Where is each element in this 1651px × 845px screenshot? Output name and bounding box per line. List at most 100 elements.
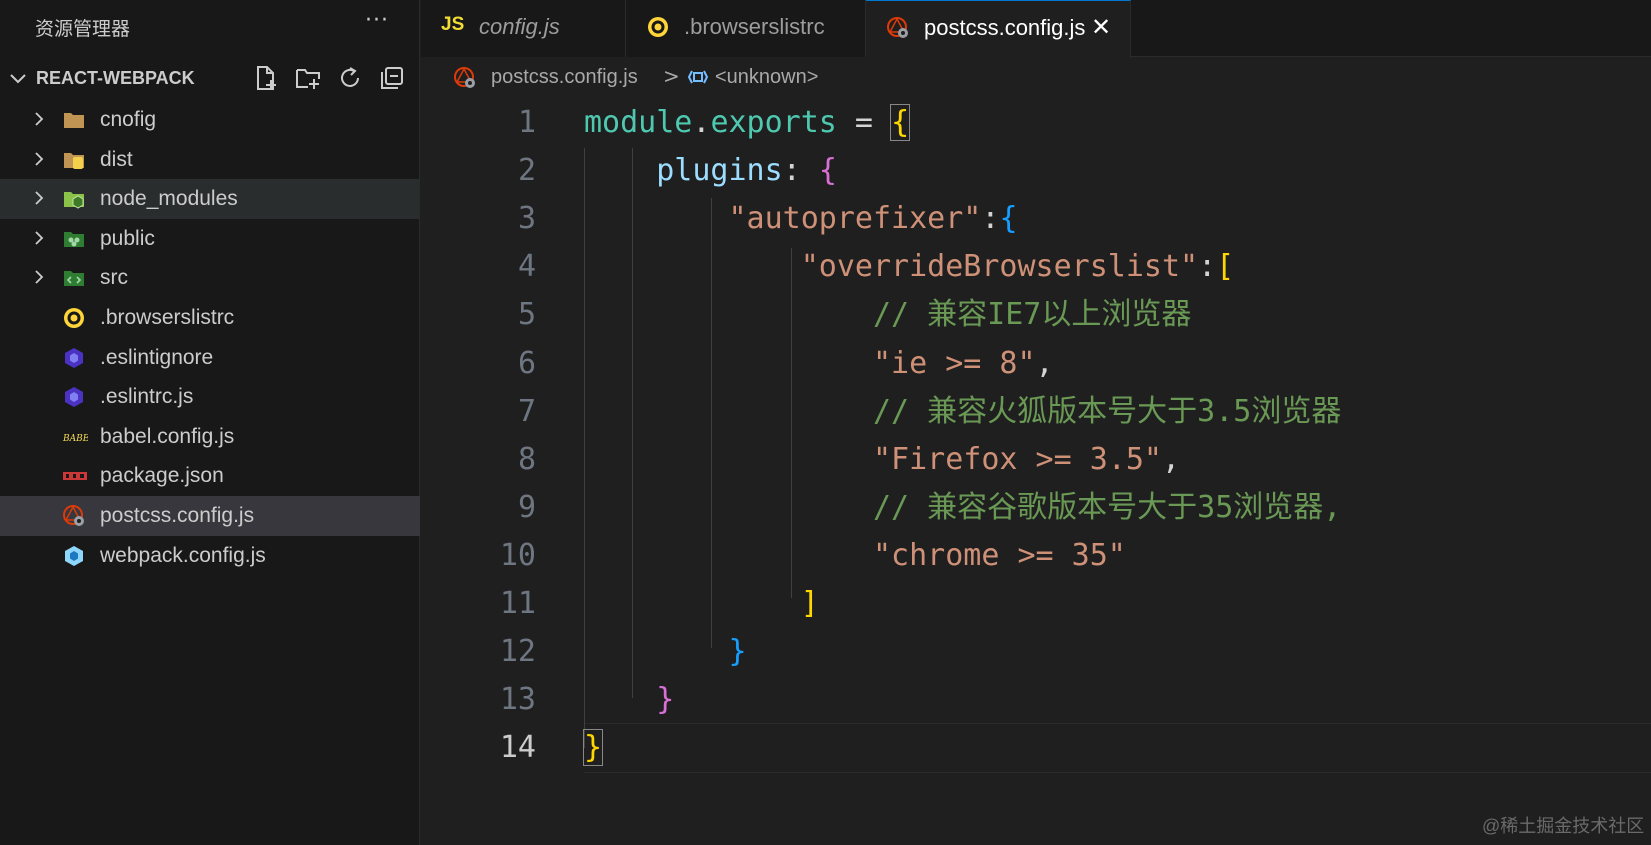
line-content: } [582,723,604,773]
code-token: { [890,104,911,141]
svg-text:BABEL: BABEL [62,434,88,444]
collapse-all-icon[interactable] [378,64,406,92]
chevron-right-icon [30,150,48,168]
editor-area: JS config.js .browserslistrc postcss.config… [421,0,1651,845]
code-token: // 兼容火狐版本号大于3.5浏览器 [584,393,1342,429]
tree-folder-public[interactable]: public [0,219,420,259]
line-content: // 兼容谷歌版本号大于35浏览器, [584,483,1341,533]
refresh-icon[interactable] [336,64,364,92]
line-number: 3 [517,201,536,237]
watermark: @稀土掘金技术社区 [1482,816,1645,836]
postcss-icon [453,66,477,90]
tree-file-babel-config-js[interactable]: BABEL babel.config.js [0,417,420,457]
line-number: 10 [499,537,536,573]
line-number: 9 [517,489,536,525]
code-token: { [999,201,1018,237]
code-token: "autoprefixer" [728,201,982,237]
code-line: 3 "autoprefixer":{ [421,194,1651,244]
webpack-icon [62,544,86,568]
line-content: "chrome >= 35" [584,531,1126,581]
code-token: exports [710,105,837,140]
tab-label: .browserslistrc [684,14,825,39]
code-token: ] [800,586,819,621]
line-number: 6 [517,345,536,381]
line-number: 12 [499,634,536,670]
code-token: plugins [584,153,783,189]
code-token: : [782,153,819,189]
tree-folder-dist[interactable]: dist [0,140,420,180]
tree-file-webpack-config-js[interactable]: webpack.config.js [0,536,420,576]
code-line: 13 } [421,675,1651,725]
tree-item-label: babel.config.js [100,424,235,448]
code-token: { [818,153,837,189]
tab-bar: JS config.js .browserslistrc postcss.config… [421,0,1651,58]
explorer-title: 资源管理器 [35,18,131,40]
tree-folder-node-modules[interactable]: node_modules [0,179,420,219]
babel-icon: BABEL [62,425,95,449]
new-file-icon[interactable] [252,64,280,92]
line-number: 14 [499,730,536,766]
tree-item-label: .eslintignore [100,345,214,369]
tree-file-eslintignore[interactable]: .eslintignore [0,338,420,378]
line-content: "overrideBrowserslist":[ [584,242,1234,292]
line-content: plugins: { [584,146,837,196]
tree-file-eslintrc-js[interactable]: .eslintrc.js [0,377,420,417]
code-editor[interactable]: 1 module.exports = {2 plugins: {3 "autopr… [421,98,1651,818]
code-token: } [728,634,747,670]
tree-file-postcss-config-js[interactable]: postcss.config.js [0,495,420,536]
line-content: module.exports = { [584,98,911,148]
tree-file-package-json[interactable]: package.json [0,456,420,496]
node-folder-icon [62,187,86,211]
code-token: "Firefox >= 3.5" [872,441,1162,477]
tree-item-label: package.json [100,464,224,488]
new-folder-icon[interactable] [294,64,322,92]
line-content: // 兼容IE7以上浏览器 [584,290,1191,340]
chevron-right-icon [30,229,48,247]
code-line: 7 // 兼容火狐版本号大于3.5浏览器 [421,387,1651,437]
code-line: 5 // 兼容IE7以上浏览器 [421,290,1651,340]
chevron-right-icon [30,268,48,286]
line-number: 8 [517,441,536,477]
explorer-header: 资源管理器 ··· [0,0,420,56]
close-tab-icon[interactable]: ✕ [1091,13,1111,41]
tree-folder-src[interactable]: src [0,258,420,298]
tab-config-js[interactable]: JS config.js [421,0,626,57]
tree-item-label: cnofig [100,108,157,131]
line-number: 2 [517,153,536,189]
tree-item-label: webpack.config.js [100,543,266,567]
line-content: ] [584,579,819,629]
line-number: 7 [517,393,536,429]
tree-item-label: .browserslistrc [100,305,235,329]
code-token: "ie >= 8" [872,345,1036,381]
code-line: 9 // 兼容谷歌版本号大于35浏览器, [421,483,1651,533]
breadcrumb-symbol[interactable]: <unknown> [715,66,818,89]
tab-postcss-config-js[interactable]: postcss.config.js ✕ [866,0,1131,58]
chevron-right-icon [30,110,48,128]
vscode-window: 资源管理器 ··· REACT-WEBPACK cnofig dist node… [0,0,1651,845]
more-actions-icon[interactable]: ··· [365,8,389,33]
code-token: "chrome >= 35" [872,537,1126,573]
line-content: "Firefox >= 3.5", [584,435,1180,485]
breadcrumb-file[interactable]: postcss.config.js [491,66,638,89]
js-icon-text: JS [441,14,465,35]
line-number: 5 [517,297,536,333]
code-token: : [1198,249,1217,285]
project-name: REACT-WEBPACK [36,68,195,88]
project-root-row[interactable]: REACT-WEBPACK [0,62,420,96]
tree-item-label: postcss.config.js [100,503,255,527]
tree-folder-cnofig[interactable]: cnofig [0,100,420,140]
code-token: // 兼容IE7以上浏览器 [584,297,1192,333]
browserslist-icon [62,306,86,330]
public-folder-icon [62,227,86,251]
chevron-down-icon [8,68,28,88]
code-line: 10 "chrome >= 35" [421,531,1651,581]
code-line: 6 "ie >= 8", [421,339,1651,389]
tab-browserslistrc[interactable]: .browserslistrc [626,0,866,57]
code-token: } [582,729,604,767]
explorer-sidebar: 资源管理器 ··· REACT-WEBPACK cnofig dist node… [0,0,420,845]
tree-file-browserslistrc[interactable]: .browserslistrc [0,298,420,338]
